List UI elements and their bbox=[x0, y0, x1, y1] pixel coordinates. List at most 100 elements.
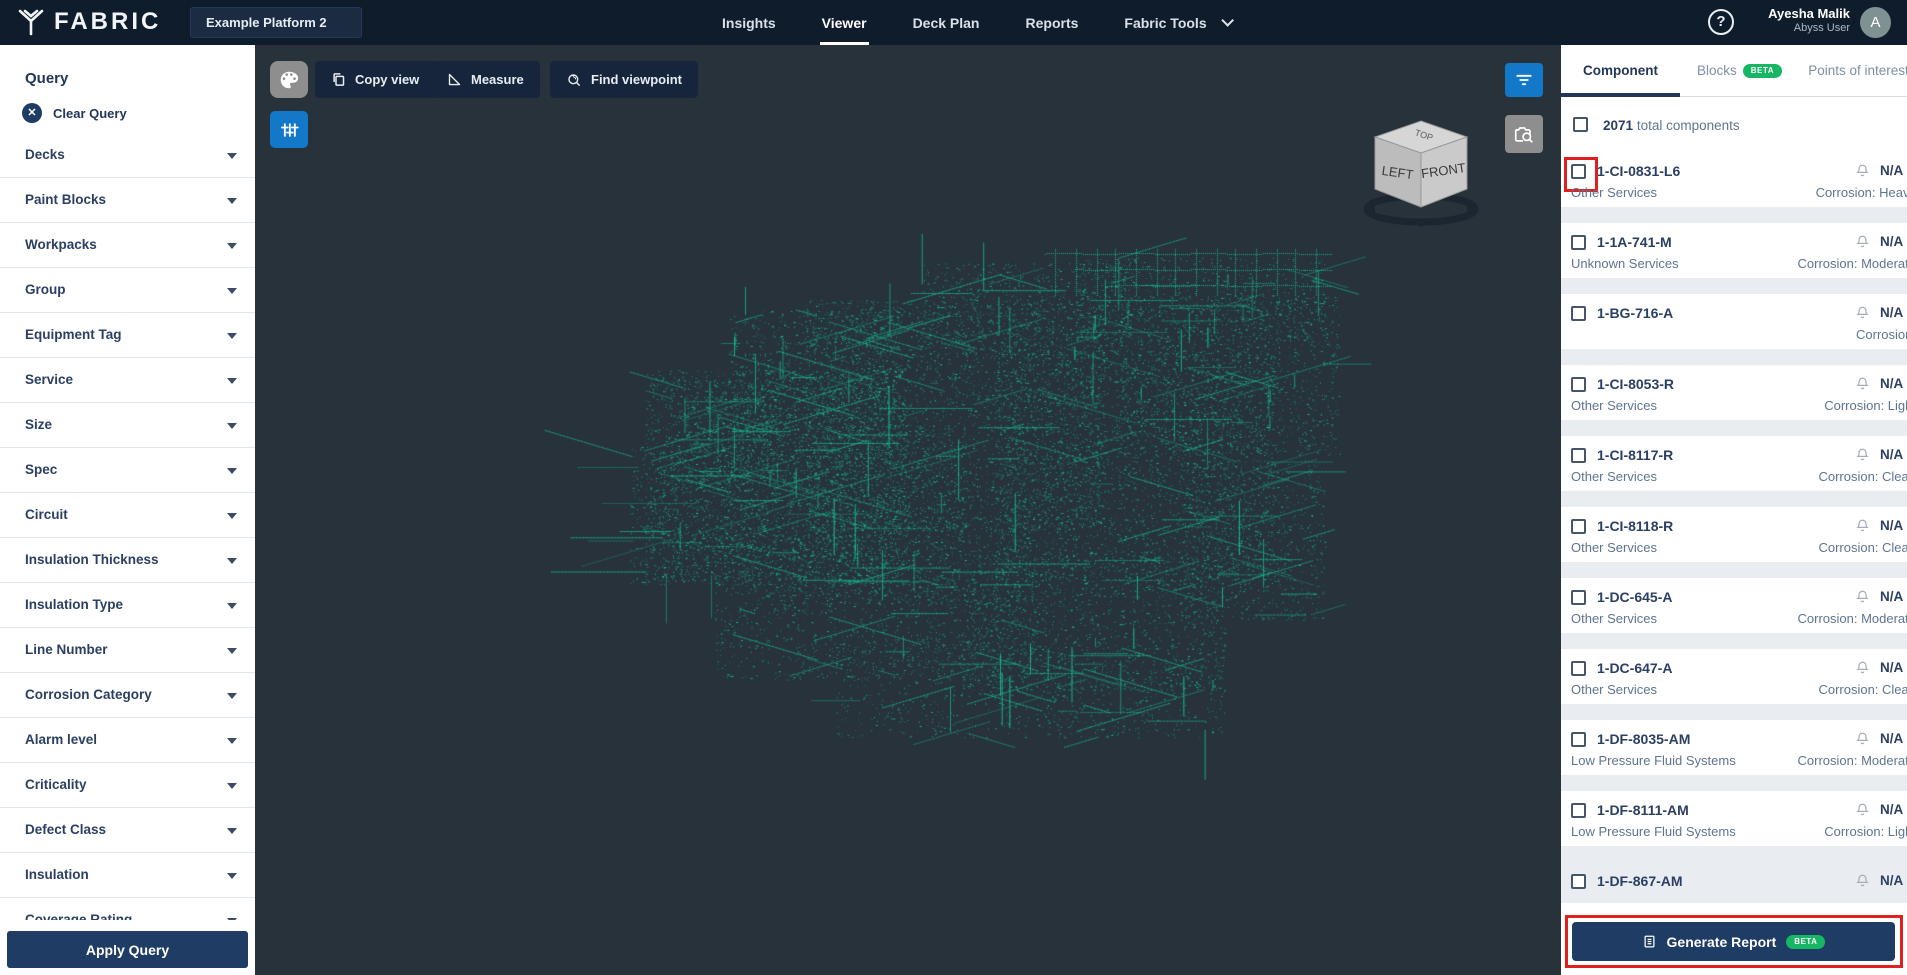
alarm-bell-icon bbox=[1855, 731, 1870, 746]
query-filter-accordion[interactable]: Decks bbox=[0, 133, 255, 178]
component-corrosion: Corrosion: Moderate bbox=[1798, 611, 1907, 626]
component-corrosion: Corrosion: Clean bbox=[1818, 469, 1907, 484]
component-row[interactable]: 1-CI-8117-R N/A Other Services Corrosion… bbox=[1561, 436, 1907, 491]
alarm-bell-icon bbox=[1855, 518, 1870, 533]
query-filter-accordion[interactable]: Size bbox=[0, 403, 255, 448]
fabric-app: { "colors": { "navy_dark": "#0f1c2c", "b… bbox=[0, 0, 1907, 975]
component-panel: Component Blocks BETA Points of interest… bbox=[1561, 45, 1907, 975]
query-filter-accordion[interactable]: Circuit bbox=[0, 493, 255, 538]
apply-query-button[interactable]: Apply Query bbox=[7, 931, 248, 968]
query-filter-accordion[interactable]: Defect Class bbox=[0, 808, 255, 853]
camera-search-button[interactable] bbox=[1505, 115, 1543, 153]
query-filter-accordion[interactable]: Workpacks bbox=[0, 223, 255, 268]
find-viewpoint-button[interactable]: Find viewpoint bbox=[550, 61, 698, 98]
user-info[interactable]: Ayesha Malik Abyss User bbox=[1688, 6, 1850, 34]
component-panel-tabs: Component Blocks BETA Points of interest bbox=[1561, 45, 1907, 97]
generate-report-button[interactable]: Generate Report BETA bbox=[1572, 922, 1895, 961]
query-filter-accordion[interactable]: Corrosion Category bbox=[0, 673, 255, 718]
query-filter-accordion[interactable]: Paint Blocks bbox=[0, 178, 255, 223]
component-row[interactable]: 1-CI-0831-L6 N/A Other Services Corrosio… bbox=[1561, 152, 1907, 207]
alarm-level-value: N/A bbox=[1880, 234, 1903, 249]
nav-tab[interactable]: Deck Plan bbox=[913, 0, 980, 45]
query-filter-accordion[interactable]: Line Number bbox=[0, 628, 255, 673]
query-filter-accordion[interactable]: Coverage Rating bbox=[0, 898, 255, 920]
query-filter-accordion[interactable]: Criticality bbox=[0, 763, 255, 808]
component-checkbox[interactable] bbox=[1571, 519, 1586, 534]
alarm-level-value: N/A bbox=[1880, 660, 1903, 675]
tune-icon bbox=[279, 120, 299, 140]
component-row[interactable]: 1-BG-716-A N/A Corrosion: bbox=[1561, 294, 1907, 349]
component-checkbox[interactable] bbox=[1571, 306, 1586, 321]
query-filter-accordion[interactable]: Insulation bbox=[0, 853, 255, 898]
component-row[interactable]: 1-DF-8111-AM N/A Low Pressure Fluid Syst… bbox=[1561, 791, 1907, 846]
component-list: 1-CI-0831-L6 N/A Other Services Corrosio… bbox=[1561, 152, 1907, 933]
generate-report-bar: Generate Report BETA bbox=[1561, 903, 1907, 975]
query-filter-accordion[interactable]: Equipment Tag bbox=[0, 313, 255, 358]
panel-tab[interactable]: Blocks BETA bbox=[1680, 45, 1799, 96]
component-checkbox[interactable] bbox=[1571, 661, 1586, 676]
platform-selector[interactable]: Example Platform 2 bbox=[190, 7, 362, 38]
navigation-cube[interactable]: LEFT FRONT TOP bbox=[1363, 115, 1483, 227]
palette-button[interactable] bbox=[270, 61, 308, 98]
chevron-down-icon bbox=[227, 423, 237, 429]
component-row[interactable]: 1-DC-645-A N/A Other Services Corrosion:… bbox=[1561, 578, 1907, 633]
component-checkbox[interactable] bbox=[1571, 590, 1586, 605]
alarm-bell-icon bbox=[1855, 447, 1870, 462]
component-checkbox[interactable] bbox=[1571, 164, 1586, 179]
component-row[interactable]: 1-1A-741-M N/A Unknown Services Corrosio… bbox=[1561, 223, 1907, 278]
chevron-down-icon bbox=[227, 558, 237, 564]
component-row[interactable]: 1-CI-8053-R N/A Other Services Corrosion… bbox=[1561, 365, 1907, 420]
component-row[interactable]: 1-DF-8035-AM N/A Low Pressure Fluid Syst… bbox=[1561, 720, 1907, 775]
query-filter-accordion[interactable]: Insulation Thickness bbox=[0, 538, 255, 583]
display-settings-button[interactable] bbox=[270, 111, 308, 148]
component-row[interactable]: 1-DC-647-A N/A Other Services Corrosion:… bbox=[1561, 649, 1907, 704]
component-row[interactable]: 1-CI-8118-R N/A Other Services Corrosion… bbox=[1561, 507, 1907, 562]
query-filter-accordion[interactable]: Group bbox=[0, 268, 255, 313]
brand-name: FABRIC bbox=[54, 8, 161, 36]
component-corrosion: Corrosion: bbox=[1856, 327, 1907, 342]
copy-view-button[interactable]: Copy view bbox=[315, 61, 435, 98]
panel-tab[interactable]: Points of interest bbox=[1799, 45, 1907, 96]
chevron-down-icon bbox=[227, 198, 237, 204]
nav-tab[interactable]: Insights bbox=[722, 0, 776, 45]
clear-query-button[interactable]: ✕ Clear Query bbox=[22, 103, 127, 123]
report-document-icon bbox=[1642, 934, 1657, 949]
beta-badge: BETA bbox=[1743, 64, 1782, 78]
component-service: Other Services bbox=[1571, 611, 1657, 626]
query-panel: Query ✕ Clear Query Decks Paint Blocks W… bbox=[0, 45, 255, 975]
alarm-bell-icon bbox=[1855, 305, 1870, 320]
component-corrosion: Corrosion: Heavy bbox=[1816, 185, 1907, 200]
component-checkbox[interactable] bbox=[1571, 803, 1586, 818]
component-checkbox[interactable] bbox=[1571, 874, 1586, 889]
query-filter-list: Decks Paint Blocks Workpacks Group Equip… bbox=[0, 133, 255, 920]
total-label: total components bbox=[1637, 118, 1740, 133]
query-filter-accordion[interactable]: Insulation Type bbox=[0, 583, 255, 628]
component-corrosion: Corrosion: Clean bbox=[1818, 682, 1907, 697]
filter-list-button[interactable] bbox=[1505, 63, 1543, 97]
component-checkbox[interactable] bbox=[1571, 448, 1586, 463]
panel-tab[interactable]: Component bbox=[1561, 45, 1680, 96]
measure-button[interactable]: Measure bbox=[431, 61, 540, 98]
component-checkbox[interactable] bbox=[1571, 377, 1586, 392]
component-checkbox[interactable] bbox=[1571, 235, 1586, 250]
nav-tab[interactable]: Fabric Tools bbox=[1124, 0, 1229, 45]
component-service: Other Services bbox=[1571, 682, 1657, 697]
query-filter-accordion[interactable]: Alarm level bbox=[0, 718, 255, 763]
query-filter-accordion[interactable]: Service bbox=[0, 358, 255, 403]
select-all-checkbox[interactable] bbox=[1573, 117, 1588, 132]
component-corrosion: Corrosion: Clean bbox=[1818, 540, 1907, 555]
chevron-down-icon bbox=[227, 783, 237, 789]
alarm-level-value: N/A bbox=[1880, 447, 1903, 462]
3d-viewer: Copy view Measure Find viewpoint bbox=[255, 45, 1561, 975]
component-checkbox[interactable] bbox=[1571, 732, 1586, 747]
avatar[interactable]: A bbox=[1860, 7, 1891, 38]
fabric-logo-icon bbox=[16, 7, 46, 37]
component-service: Unknown Services bbox=[1571, 256, 1679, 271]
copy-icon bbox=[331, 72, 346, 87]
component-tag: 1-DC-645-A bbox=[1597, 589, 1672, 605]
query-filter-accordion[interactable]: Spec bbox=[0, 448, 255, 493]
component-service: Other Services bbox=[1571, 398, 1657, 413]
nav-tab[interactable]: Viewer bbox=[822, 0, 867, 45]
nav-tab[interactable]: Reports bbox=[1026, 0, 1079, 45]
viewpoint-search-icon bbox=[566, 72, 582, 88]
